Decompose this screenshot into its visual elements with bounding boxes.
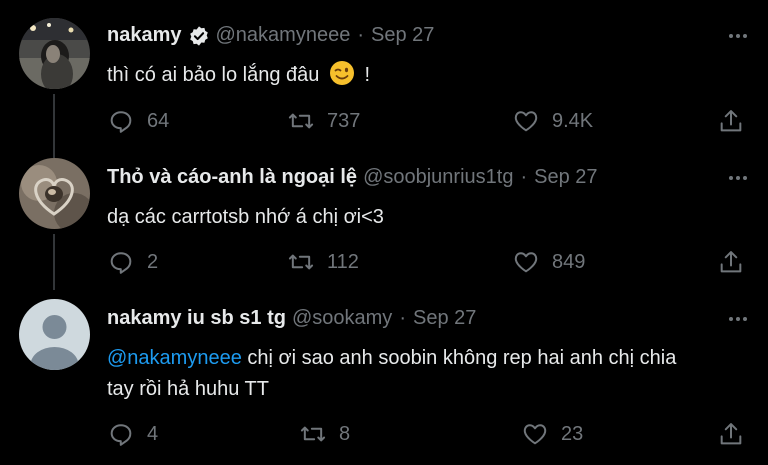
- verified-badge-icon: [188, 25, 210, 47]
- tweet-actions: 64 737 9.4K: [107, 107, 747, 137]
- share-button[interactable]: [717, 248, 745, 276]
- retweet-count: 737: [327, 109, 361, 132]
- retweet-button[interactable]: 737: [287, 107, 360, 135]
- retweet-button[interactable]: 8: [299, 420, 350, 448]
- reply-icon: [110, 252, 132, 274]
- share-icon: [720, 251, 742, 273]
- share-button[interactable]: [717, 107, 745, 135]
- timestamp[interactable]: Sep 27: [371, 24, 434, 47]
- retweet-icon: [288, 254, 314, 270]
- tweet-body: dạ các carrtotsb nhớ á chị ơi<3: [107, 206, 384, 228]
- reply-count: 4: [147, 422, 159, 445]
- share-icon: [720, 423, 742, 445]
- retweet-count: 112: [327, 250, 359, 273]
- tweet-1[interactable]: nakamy @nakamyneee · Sep 27 thì có ai bả…: [0, 0, 768, 150]
- tweet-header: Thỏ và cáo-anh là ngoại lệ @soobjunrius1…: [107, 166, 598, 189]
- winking-face-emoji-icon: [329, 60, 355, 86]
- share-button[interactable]: [717, 420, 745, 448]
- tweet-actions: 4 8 23: [107, 420, 747, 450]
- like-icon: [514, 111, 538, 132]
- timestamp[interactable]: Sep 27: [534, 166, 597, 189]
- share-icon: [720, 110, 742, 132]
- thread-line: [53, 94, 55, 150]
- like-button[interactable]: 9.4K: [512, 107, 593, 135]
- like-icon: [514, 252, 538, 273]
- separator: ·: [357, 24, 364, 46]
- tweet-body-line2: tay rồi hả huhu TT: [107, 378, 269, 400]
- timestamp[interactable]: Sep 27: [413, 307, 476, 330]
- tweet-header: nakamy iu sb s1 tg @sookamy · Sep 27: [107, 307, 476, 330]
- tweet-3[interactable]: nakamy iu sb s1 tg @sookamy · Sep 27 @na…: [0, 290, 768, 465]
- display-name[interactable]: Thỏ và cáo-anh là ngoại lệ: [107, 166, 357, 189]
- reply-icon: [110, 424, 132, 446]
- retweet-icon: [300, 426, 326, 442]
- tweet-actions: 2 112 849: [107, 248, 747, 278]
- reply-button[interactable]: 64: [107, 107, 169, 135]
- handle[interactable]: @nakamyneee: [216, 24, 351, 47]
- tweet-header: nakamy @nakamyneee · Sep 27: [107, 24, 434, 47]
- more-icon[interactable]: [726, 307, 750, 331]
- tweet-text: thì có ai bảo lo lắng đâu !: [107, 60, 747, 91]
- retweet-count: 8: [339, 422, 351, 445]
- display-name[interactable]: nakamy: [107, 24, 182, 47]
- separator: ·: [399, 307, 406, 329]
- retweet-icon: [288, 113, 314, 129]
- display-name[interactable]: nakamy iu sb s1 tg: [107, 307, 286, 330]
- thread-line: [53, 234, 55, 290]
- tweet-body: thì có ai bảo lo lắng đâu: [107, 64, 320, 86]
- retweet-button[interactable]: 112: [287, 248, 359, 276]
- tweet-text-suffix: !: [364, 64, 371, 86]
- like-icon: [523, 424, 547, 445]
- handle[interactable]: @sookamy: [292, 307, 392, 330]
- like-count: 849: [552, 250, 586, 273]
- avatar[interactable]: [19, 18, 90, 89]
- like-button[interactable]: 849: [512, 248, 585, 276]
- more-icon[interactable]: [726, 24, 750, 48]
- tweet-body: chị ơi sao anh soobin không rep hai anh …: [241, 347, 677, 369]
- tweet-2[interactable]: Thỏ và cáo-anh là ngoại lệ @soobjunrius1…: [0, 150, 768, 290]
- thread-line: [53, 150, 55, 158]
- mention-link[interactable]: @nakamyneee: [107, 347, 242, 369]
- reply-count: 64: [147, 109, 170, 132]
- like-button[interactable]: 23: [521, 420, 583, 448]
- tweet-text: dạ các carrtotsb nhớ á chị ơi<3: [107, 202, 747, 233]
- handle[interactable]: @soobjunrius1tg: [363, 166, 513, 189]
- separator: ·: [520, 166, 528, 188]
- avatar[interactable]: [19, 299, 90, 370]
- like-count: 9.4K: [552, 109, 594, 132]
- reply-icon: [110, 111, 132, 133]
- reply-button[interactable]: 2: [107, 248, 158, 276]
- reply-button[interactable]: 4: [107, 420, 158, 448]
- avatar[interactable]: [19, 158, 90, 229]
- more-icon[interactable]: [726, 166, 750, 190]
- reply-count: 2: [147, 250, 159, 273]
- like-count: 23: [561, 422, 584, 445]
- tweet-text: @nakamyneee chị ơi sao anh soobin không …: [107, 343, 747, 405]
